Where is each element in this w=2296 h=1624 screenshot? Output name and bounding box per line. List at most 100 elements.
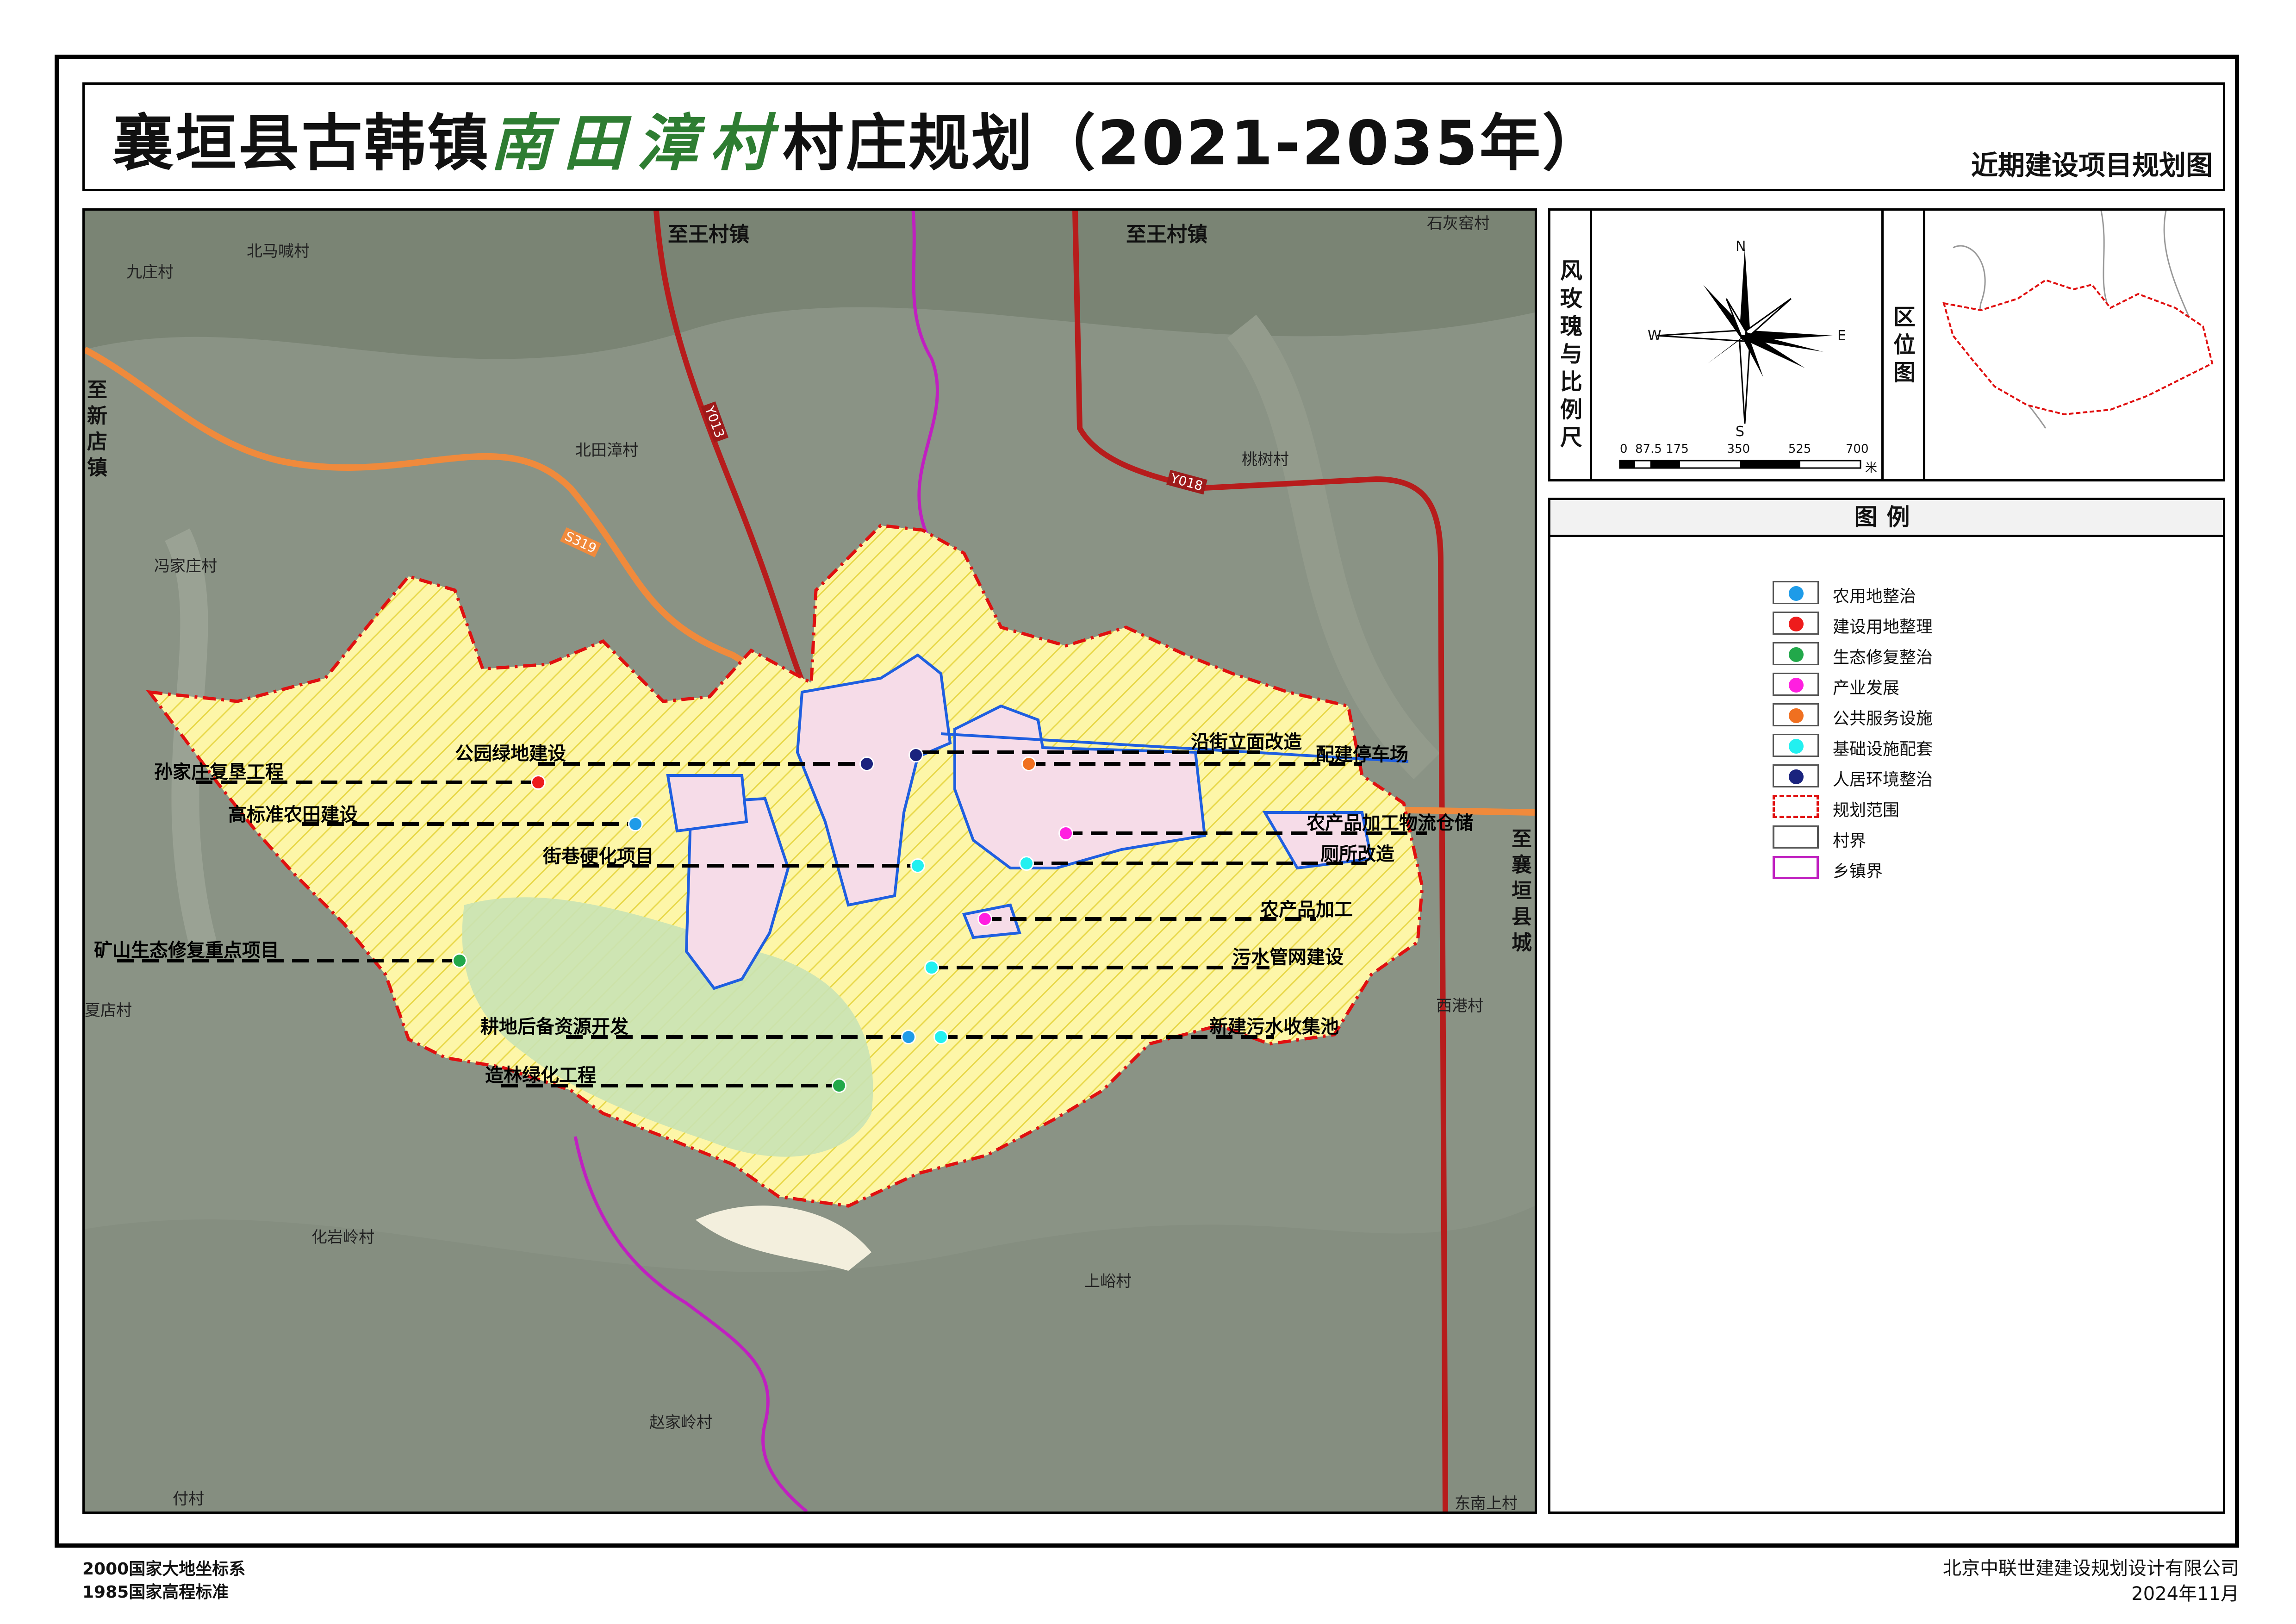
place-taoshu: 桃树村 [1242, 450, 1289, 469]
footer-coord-system: 2000国家大地坐标系 [82, 1560, 246, 1579]
place-beitianzhang: 北田漳村 [575, 441, 638, 460]
dot-street[interactable] [910, 858, 925, 873]
dot-processing[interactable] [977, 912, 992, 926]
ann-reserve: 耕地后备资源开发 [480, 1016, 628, 1037]
inset-panel: 风玫瑰与比例尺 N S W E 0 87.5 175 350 525 700 米… [1548, 208, 2225, 481]
location-label: 区位图 [1893, 304, 1916, 386]
ann-forest: 造林绿化工程 [485, 1065, 596, 1086]
ann-sunjiazhuang: 孙家庄复垦工程 [154, 762, 284, 783]
ann-mine: 矿山生态修复重点项目 [94, 940, 279, 961]
legend-swatch [1773, 734, 1819, 757]
title-block: 襄垣县古韩镇南田漳村村庄规划（2021-2035年） 近期建设项目规划图 [82, 82, 2225, 191]
legend-swatch [1773, 764, 1819, 787]
ann-toilet: 厕所改造 [1320, 843, 1394, 865]
windrose-label: 风玫瑰与比例尺 [1560, 258, 1582, 450]
scale-tick-3: 350 [1727, 442, 1750, 456]
place-fucheng: 付村 [173, 1490, 204, 1508]
ann-processing: 农产品加工 [1260, 899, 1353, 920]
legend-dot-icon [1789, 739, 1804, 754]
dot-farmland[interactable] [628, 817, 643, 831]
windrose-label-col: 风玫瑰与比例尺 [1550, 211, 1592, 479]
legend-swatch [1773, 703, 1819, 726]
title-village: 南田漳村 [490, 107, 783, 179]
legend-swatch [1773, 642, 1819, 665]
map-subtitle: 近期建设项目规划图 [1971, 150, 2213, 181]
footer-elevation-system: 1985国家高程标准 [82, 1583, 229, 1602]
dot-reserve[interactable] [901, 1030, 916, 1044]
dir-xiangyuan: 至襄垣县城 [1512, 827, 1532, 955]
ann-facade: 沿街立面改造 [1191, 731, 1302, 753]
legend-dot-icon [1789, 617, 1804, 631]
scale-unit: 米 [1865, 461, 1878, 475]
legend-swatch [1773, 612, 1819, 635]
legend-title: 图例 [1550, 500, 2223, 537]
map-canvas [85, 211, 1535, 1512]
map-panel: 北马喊村 九庄村 北田漳村 冯家庄村 桃树村 西港村 夏店村 化岩岭村 上峪村 … [82, 208, 1537, 1514]
ann-parking: 配建停车场 [1316, 744, 1408, 765]
dot-toilet[interactable] [1019, 856, 1034, 871]
legend-dot-icon [1789, 678, 1804, 693]
windrose-col: N S W E 0 87.5 175 350 525 700 米 [1592, 211, 1884, 479]
dot-facade-a[interactable] [908, 748, 923, 762]
place-jiuzhuang: 九庄村 [126, 263, 174, 281]
place-xiagang: 西港村 [1436, 997, 1483, 1015]
dir-wangcun-1: 至王村镇 [668, 223, 749, 246]
legend-label: 村界 [1833, 831, 1867, 850]
dot-sunjiazhuang[interactable] [531, 775, 546, 790]
location-map-svg [1925, 210, 2221, 479]
legend-swatch [1773, 673, 1819, 696]
title-prefix: 襄垣县古韩镇 [112, 108, 490, 179]
footer-date: 2024年11月 [2131, 1583, 2239, 1605]
legend-swatch [1773, 581, 1819, 604]
location-map [1925, 210, 2223, 479]
legend-label: 人居环境整治 [1833, 770, 1933, 789]
dot-mine[interactable] [452, 953, 467, 968]
dot-park[interactable] [859, 756, 874, 771]
compass-n: N [1736, 238, 1746, 255]
dir-xindian: 至新店镇 [87, 378, 107, 480]
scale-tick-4: 525 [1788, 442, 1811, 456]
legend-label: 公共服务设施 [1833, 709, 1933, 728]
footer-company: 北京中联世建建设规划设计有限公司 [1943, 1558, 2239, 1579]
dot-logistics[interactable] [1058, 826, 1073, 841]
ann-farmland: 高标准农田建设 [228, 804, 358, 825]
dir-wangcun-2: 至王村镇 [1126, 223, 1207, 246]
compass-w: W [1648, 328, 1661, 344]
page-title: 襄垣县古韩镇南田漳村村庄规划（2021-2035年） [112, 94, 1605, 182]
legend-label: 基础设施配套 [1833, 740, 1933, 759]
scale-ticks: 0 87.5 175 350 525 700 [1620, 442, 1869, 456]
dot-sewage-net[interactable] [924, 960, 939, 975]
scale-tick-5: 700 [1845, 442, 1869, 456]
legend-dot-icon [1789, 647, 1804, 662]
place-zhaojialing: 赵家岭村 [649, 1413, 712, 1432]
compass-s: S [1736, 424, 1745, 440]
dot-sewage-pool[interactable] [933, 1030, 948, 1044]
place-shangyu: 上峪村 [1084, 1272, 1132, 1291]
place-beimahan: 北马喊村 [247, 242, 310, 261]
legend-swatch [1773, 825, 1819, 849]
legend-label: 产业发展 [1833, 679, 1900, 698]
legend-panel: 图例 农用地整治 建设用地整理 生态修复整治 产业发展 公共服务设施 基础设施配… [1548, 498, 2225, 1514]
place-huayanling: 化岩岭村 [311, 1228, 374, 1247]
legend-dot-icon [1789, 586, 1804, 601]
compass-e: E [1837, 328, 1846, 344]
ann-street: 街巷硬化项目 [543, 846, 654, 867]
ann-park: 公园绿地建设 [455, 743, 566, 764]
legend-label: 建设用地整理 [1833, 618, 1933, 637]
legend-label: 农用地整治 [1833, 587, 1916, 606]
place-xiadian: 夏店村 [85, 1001, 132, 1020]
village-block-w [666, 774, 748, 833]
legend-label: 乡镇界 [1833, 862, 1883, 881]
dot-forest[interactable] [832, 1078, 846, 1093]
scale-tick-0: 0 [1620, 442, 1628, 456]
legend-label: 生态修复整治 [1833, 648, 1933, 667]
legend-swatch [1773, 856, 1819, 879]
location-label-col: 区位图 [1884, 211, 1925, 479]
scale-tick-2: 175 [1666, 442, 1689, 456]
place-fengjiazhuang: 冯家庄村 [154, 557, 217, 575]
legend-dot-icon [1789, 769, 1804, 784]
legend-label: 规划范围 [1833, 801, 1900, 820]
dot-parking[interactable] [1021, 756, 1036, 771]
title-suffix: 村庄规划（2021-2035年） [783, 108, 1605, 179]
place-dongnanshang: 东南上村 [1455, 1494, 1518, 1513]
